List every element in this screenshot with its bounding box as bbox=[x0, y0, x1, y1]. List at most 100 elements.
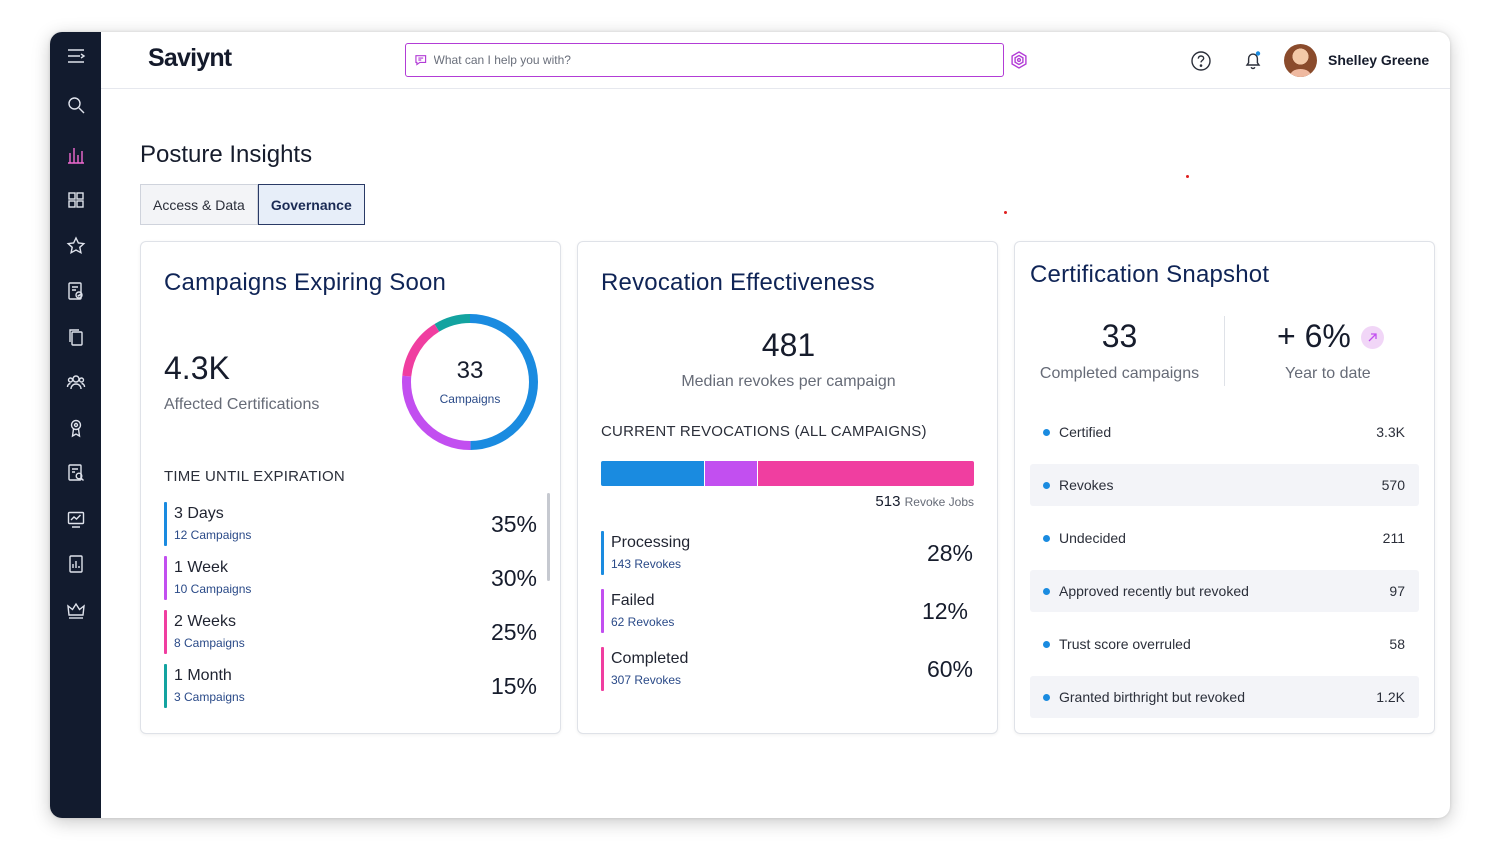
revoke-jobs-label: Revoke Jobs bbox=[904, 495, 974, 509]
tab-access-data[interactable]: Access & Data bbox=[140, 184, 258, 225]
list-scrollbar[interactable] bbox=[547, 493, 550, 581]
award-icon[interactable] bbox=[50, 413, 101, 443]
star-icon[interactable] bbox=[50, 231, 101, 261]
stacked-segment-failed bbox=[705, 461, 758, 486]
donut-center-label: Campaigns bbox=[439, 392, 501, 406]
search-input[interactable] bbox=[433, 53, 1003, 67]
revocation-row[interactable]: Processing 143 Revokes 28% bbox=[601, 531, 973, 575]
year-to-date-value: + 6% bbox=[1277, 318, 1351, 354]
red-dot-marker bbox=[1004, 211, 1007, 214]
certification-snapshot-card: Certification Snapshot 33 Completed camp… bbox=[1014, 241, 1435, 734]
tab-governance[interactable]: Governance bbox=[257, 184, 365, 225]
row-sublabel: 3 Campaigns bbox=[174, 690, 245, 704]
search-icon[interactable] bbox=[50, 90, 101, 120]
stat-label: Certified bbox=[1059, 424, 1112, 440]
page-title: Posture Insights bbox=[140, 141, 313, 168]
stat-label: Undecided bbox=[1059, 530, 1126, 546]
affected-certifications-label: Affected Certifications bbox=[164, 396, 320, 413]
row-sublabel: 62 Revokes bbox=[611, 615, 675, 629]
notification-bell-icon[interactable] bbox=[1242, 49, 1264, 71]
top-bar: Saviynt Shelley Greene bbox=[101, 32, 1450, 89]
row-color-bar bbox=[601, 531, 604, 575]
stat-value: 1.2K bbox=[1376, 689, 1405, 705]
stat-value: 3.3K bbox=[1376, 424, 1405, 440]
bullet-dot bbox=[1043, 481, 1050, 489]
row-percentage: 30% bbox=[490, 565, 537, 591]
stat-row-trust-score-overruled[interactable]: Trust score overruled 58 bbox=[1030, 623, 1419, 665]
card-title: Revocation Effectiveness bbox=[601, 269, 875, 296]
row-label: 1 Month bbox=[174, 667, 232, 684]
stat-value: 58 bbox=[1389, 636, 1405, 652]
bullet-dot bbox=[1043, 640, 1050, 648]
expiration-row[interactable]: 2 Weeks 8 Campaigns 25% bbox=[164, 610, 537, 654]
certification-icon[interactable] bbox=[50, 276, 101, 306]
revocation-row[interactable]: Completed 307 Revokes 60% bbox=[601, 647, 973, 691]
user-avatar[interactable] bbox=[1284, 44, 1317, 77]
row-color-bar bbox=[164, 664, 167, 708]
user-name[interactable]: Shelley Greene bbox=[1328, 52, 1429, 68]
revoke-jobs-value: 513 bbox=[875, 493, 901, 510]
menu-icon[interactable] bbox=[50, 41, 101, 71]
completed-campaigns-label: Completed campaigns bbox=[1039, 365, 1200, 382]
row-percentage: 60% bbox=[926, 656, 973, 682]
expiration-row[interactable]: 3 Days 12 Campaigns 35% bbox=[164, 502, 537, 546]
stacked-segment-completed bbox=[757, 461, 974, 486]
stat-row-approved-recently-revoked[interactable]: Approved recently but revoked 97 bbox=[1030, 570, 1419, 612]
revocations-stacked-bar bbox=[601, 461, 974, 486]
copy-icon[interactable] bbox=[50, 322, 101, 352]
stat-label: Trust score overruled bbox=[1059, 636, 1191, 652]
stat-label: Granted birthright but revoked bbox=[1059, 689, 1245, 705]
stat-row-revokes[interactable]: Revokes 570 bbox=[1030, 464, 1419, 506]
stat-value: 97 bbox=[1389, 583, 1405, 599]
row-sublabel: 143 Revokes bbox=[611, 557, 682, 571]
row-label: Failed bbox=[611, 592, 655, 609]
dashboard-icon[interactable] bbox=[50, 185, 101, 215]
app-window: Saviynt Shelley Greene Posture Insights … bbox=[50, 32, 1450, 818]
current-revocations-label: CURRENT REVOCATIONS (ALL CAMPAIGNS) bbox=[601, 423, 927, 440]
row-sublabel: 12 Campaigns bbox=[174, 528, 252, 542]
row-color-bar bbox=[164, 502, 167, 546]
row-color-bar bbox=[601, 647, 604, 691]
row-label: 2 Weeks bbox=[174, 613, 236, 630]
stat-row-birthright-revoked[interactable]: Granted birthright but revoked 1.2K bbox=[1030, 676, 1419, 718]
stat-value: 211 bbox=[1382, 530, 1405, 546]
ai-assistant-icon[interactable] bbox=[1009, 50, 1029, 70]
row-color-bar bbox=[601, 589, 604, 633]
report-icon[interactable] bbox=[50, 549, 101, 579]
row-percentage: 35% bbox=[490, 511, 537, 537]
monitor-icon[interactable] bbox=[50, 504, 101, 534]
tab-bar: Access & Data Governance bbox=[140, 184, 365, 225]
saviynt-logo[interactable]: Saviynt bbox=[148, 44, 232, 73]
crown-icon[interactable] bbox=[50, 595, 101, 625]
median-revokes-value: 481 bbox=[761, 327, 816, 363]
expiration-row[interactable]: 1 Month 3 Campaigns 15% bbox=[164, 664, 537, 708]
stat-divider bbox=[1224, 316, 1225, 386]
revocation-row[interactable]: Failed 62 Revokes 12% bbox=[601, 589, 968, 633]
main-content: Posture Insights Access & Data Governanc… bbox=[101, 89, 1450, 818]
expiration-row[interactable]: 1 Week 10 Campaigns 30% bbox=[164, 556, 537, 600]
request-icon[interactable] bbox=[50, 458, 101, 488]
year-to-date-label: Year to date bbox=[1285, 365, 1371, 382]
row-percentage: 25% bbox=[490, 619, 537, 645]
row-sublabel: 8 Campaigns bbox=[174, 636, 245, 650]
row-sublabel: 307 Revokes bbox=[611, 673, 682, 687]
row-color-bar bbox=[164, 556, 167, 600]
sidebar bbox=[50, 32, 101, 818]
search-bar[interactable] bbox=[405, 43, 1004, 77]
stacked-segment-processing bbox=[601, 461, 706, 486]
bullet-dot bbox=[1043, 587, 1050, 595]
help-icon[interactable] bbox=[1190, 50, 1212, 72]
median-revokes-label: Median revokes per campaign bbox=[681, 373, 896, 390]
completed-campaigns-value: 33 bbox=[1101, 318, 1138, 354]
stat-row-certified[interactable]: Certified 3.3K bbox=[1030, 411, 1419, 453]
users-icon[interactable] bbox=[50, 367, 101, 397]
analytics-icon[interactable] bbox=[50, 140, 101, 170]
stat-label: Approved recently but revoked bbox=[1059, 583, 1249, 599]
row-label: Completed bbox=[611, 650, 689, 667]
stat-label: Revokes bbox=[1059, 477, 1114, 493]
trend-up-arrow-icon[interactable] bbox=[1361, 326, 1384, 349]
time-until-expiration-label: TIME UNTIL EXPIRATION bbox=[164, 468, 345, 485]
stat-row-undecided[interactable]: Undecided 211 bbox=[1030, 517, 1419, 559]
row-label: 1 Week bbox=[174, 559, 228, 576]
bullet-dot bbox=[1043, 693, 1050, 701]
